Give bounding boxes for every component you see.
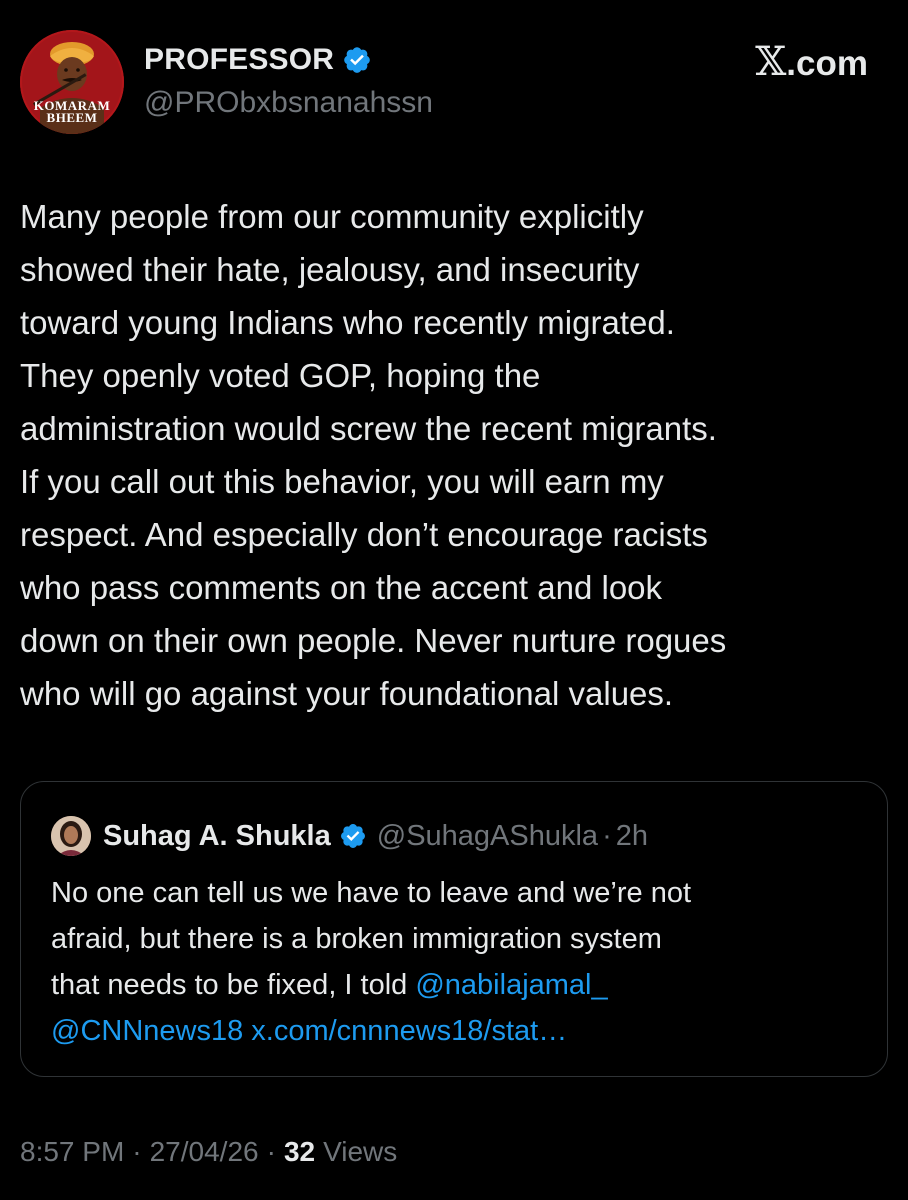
verified-badge-icon[interactable] [342,45,372,75]
post-view: KOMARAM BHEEM PROFESSOR @PRObxbsnanahssn… [0,0,908,1200]
post-body-line: showed their hate, jealousy, and insecur… [20,251,640,288]
post-time[interactable]: 8:57 PM [20,1136,124,1168]
post-date[interactable]: 27/04/26 [150,1136,259,1168]
quoted-post-card[interactable]: Suhag A. Shukla @SuhagAShukla · 2h No on… [20,781,888,1077]
post-header: KOMARAM BHEEM PROFESSOR @PRObxbsnanahssn… [20,30,888,140]
post-body-line: toward young Indians who recently migrat… [20,304,675,341]
views-count[interactable]: 32 [284,1136,315,1168]
post-body-line: who pass comments on the accent and look [20,569,663,606]
avatar-caption-line-2: BHEEM [46,110,98,125]
quoted-body-line: afraid, but there is a broken immigratio… [51,923,662,955]
quoted-body: No one can tell us we have to leave and … [51,870,881,1054]
author-avatar[interactable]: KOMARAM BHEEM [20,30,124,134]
post-body-line: They openly voted GOP, hoping the [20,357,541,394]
meta-separator: · [132,1136,142,1167]
quoted-header: Suhag A. Shukla @SuhagAShukla · 2h [103,814,648,858]
verified-badge-icon[interactable] [339,822,367,850]
meta-separator: · [266,1136,276,1167]
post-body-line: down on their own people. Never nurture … [20,622,727,659]
author-display-name[interactable]: PROFESSOR [144,43,334,77]
brand-glyph: 𝕏 [755,39,787,84]
post-body-line: Many people from our community explicitl… [20,198,644,235]
x-logo-icon: 𝕏 .com [755,42,868,84]
quoted-timestamp[interactable]: 2h [616,820,648,853]
post-body-line: If you call out this behavior, you will … [20,463,664,500]
post-body-line: respect. And especially don’t encourage … [20,516,708,553]
quoted-body-line: that needs to be fixed, I told @nabilaja… [51,962,881,1008]
views-label: Views [323,1136,398,1167]
author-handle[interactable]: @PRObxbsnanahssn [144,86,433,120]
mention-link[interactable]: @nabilajamal_ [415,969,607,1001]
quoted-author-avatar[interactable] [51,816,91,856]
quoted-display-name[interactable]: Suhag A. Shukla [103,820,331,853]
post-body-line: who will go against your foundational va… [20,675,674,712]
post-body: Many people from our community explicitl… [20,190,890,720]
author-name-row: PROFESSOR [144,38,372,82]
quoted-avatar-portrait-icon [51,816,91,856]
mention-and-url-link[interactable]: @CNNnews18 x.com/cnnnews18/stat… [51,1008,881,1054]
brand-text: .com [786,44,868,83]
post-meta: 8:57 PM · 27/04/26 · 32 Views [20,1130,397,1174]
quoted-body-text: that needs to be fixed, I told [51,969,416,1001]
quoted-separator: · [602,819,612,852]
quoted-body-line: No one can tell us we have to leave and … [51,877,692,909]
post-body-line: administration would screw the recent mi… [20,410,717,447]
quoted-handle[interactable]: @SuhagAShukla [377,820,598,853]
